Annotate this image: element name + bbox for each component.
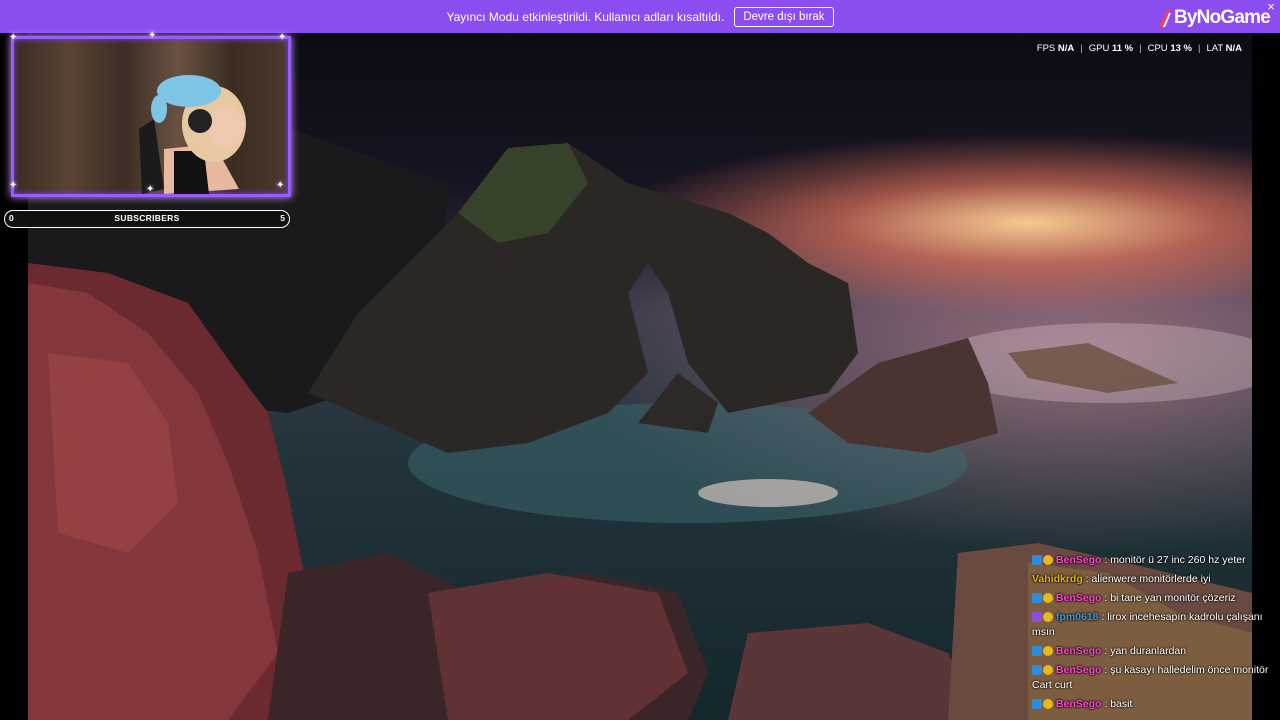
chat-badges [1032,612,1053,622]
broadcaster-badge-icon [1032,646,1042,656]
chat-badges [1032,646,1053,656]
sparkle-icon: ✦ [9,32,18,43]
close-icon[interactable]: × [1267,0,1275,14]
streamer-mode-bar: Yayıncı Modu etkinleştirildi. Kullanıcı … [0,0,1280,33]
chat-username[interactable]: BenSego [1056,554,1102,566]
subscriber-badge-icon [1043,699,1053,709]
chat-message: BenSego : bi tane yan monitör çözeriz [1032,591,1272,606]
chat-username[interactable]: BenSego [1056,592,1102,604]
chat-message: Vahidkrdg : alienwere monitörlerde iyi [1032,572,1272,587]
bynogame-logo-icon [1158,9,1171,27]
sparkle-icon: ✦ [146,184,155,195]
chat-username[interactable]: Vahidkrdg [1032,573,1083,585]
subscriber-goal-label: SUBSCRIBERS [114,213,180,223]
subscriber-badge-icon [1043,665,1053,675]
stat-fps: FPS N/A [1036,43,1075,54]
sparkle-icon: ✦ [9,180,18,191]
broadcaster-badge-icon [1032,593,1042,603]
chat-message: BenSego : şu kasayı halledelim önce moni… [1032,663,1272,693]
chat-message: BenSego : yan duranlardan [1032,644,1272,659]
broadcaster-badge-icon [1032,665,1042,675]
subscriber-badge-icon [1043,646,1053,656]
performance-stats: FPS N/A | GPU 11 % | CPU 13 % | LAT N/A [1036,43,1242,54]
chat-text: : bi tane yan monitör çözeriz [1101,592,1236,604]
prime-badge-icon [1032,612,1042,622]
chat-username[interactable]: BenSego [1056,645,1102,657]
stat-gpu: GPU 11 % [1088,43,1134,54]
chat-username[interactable]: BenSego [1056,664,1102,676]
subscriber-goal-bar: 0 SUBSCRIBERS 5 [4,210,290,228]
chat-badges [1032,593,1053,603]
chat-username[interactable]: fpm0618 [1056,611,1099,623]
chat-badges [1032,555,1053,565]
streamer-avatar [139,75,246,194]
sparkle-icon: ✦ [276,180,285,191]
stat-cpu: CPU 13 % [1147,43,1192,54]
broadcaster-badge-icon [1032,555,1042,565]
chat-badges [1032,699,1053,709]
webcam-overlay [11,36,291,197]
sparkle-icon: ✦ [148,30,157,41]
chat-message: BenSego : basit [1032,697,1272,712]
chat-username[interactable]: BenSego [1056,698,1102,710]
chat-message: fpm0618 : lirox incehesapın kadrolu çalı… [1032,610,1272,640]
bynogame-logo-text: ByNoGame [1173,7,1271,28]
sparkle-icon: ✦ [278,32,287,43]
subscriber-badge-icon [1043,612,1053,622]
stat-latency: LAT N/A [1206,43,1242,54]
subscriber-badge-icon [1043,593,1053,603]
chat-badges [1032,665,1053,675]
subscriber-badge-icon [1043,555,1053,565]
chat-text: : basit [1101,698,1133,710]
chat-text: : monitör ü 27 inc 260 hz yeter [1101,554,1246,566]
streamer-mode-text: Yayıncı Modu etkinleştirildi. Kullanıcı … [446,9,725,24]
chat-overlay: BenSego : monitör ü 27 inc 260 hz yeter V… [1032,553,1272,716]
subscriber-goal-target: 5 [280,213,285,223]
chat-text: : yan duranlardan [1101,645,1187,657]
disable-streamer-mode-button[interactable]: Devre dışı bırak [734,6,834,27]
broadcaster-badge-icon [1032,699,1042,709]
chat-message: BenSego : monitör ü 27 inc 260 hz yeter [1032,553,1272,568]
chat-text: : alienwere monitörlerde iyi [1082,573,1211,585]
bynogame-logo[interactable]: ByNoGame × [1158,0,1275,29]
